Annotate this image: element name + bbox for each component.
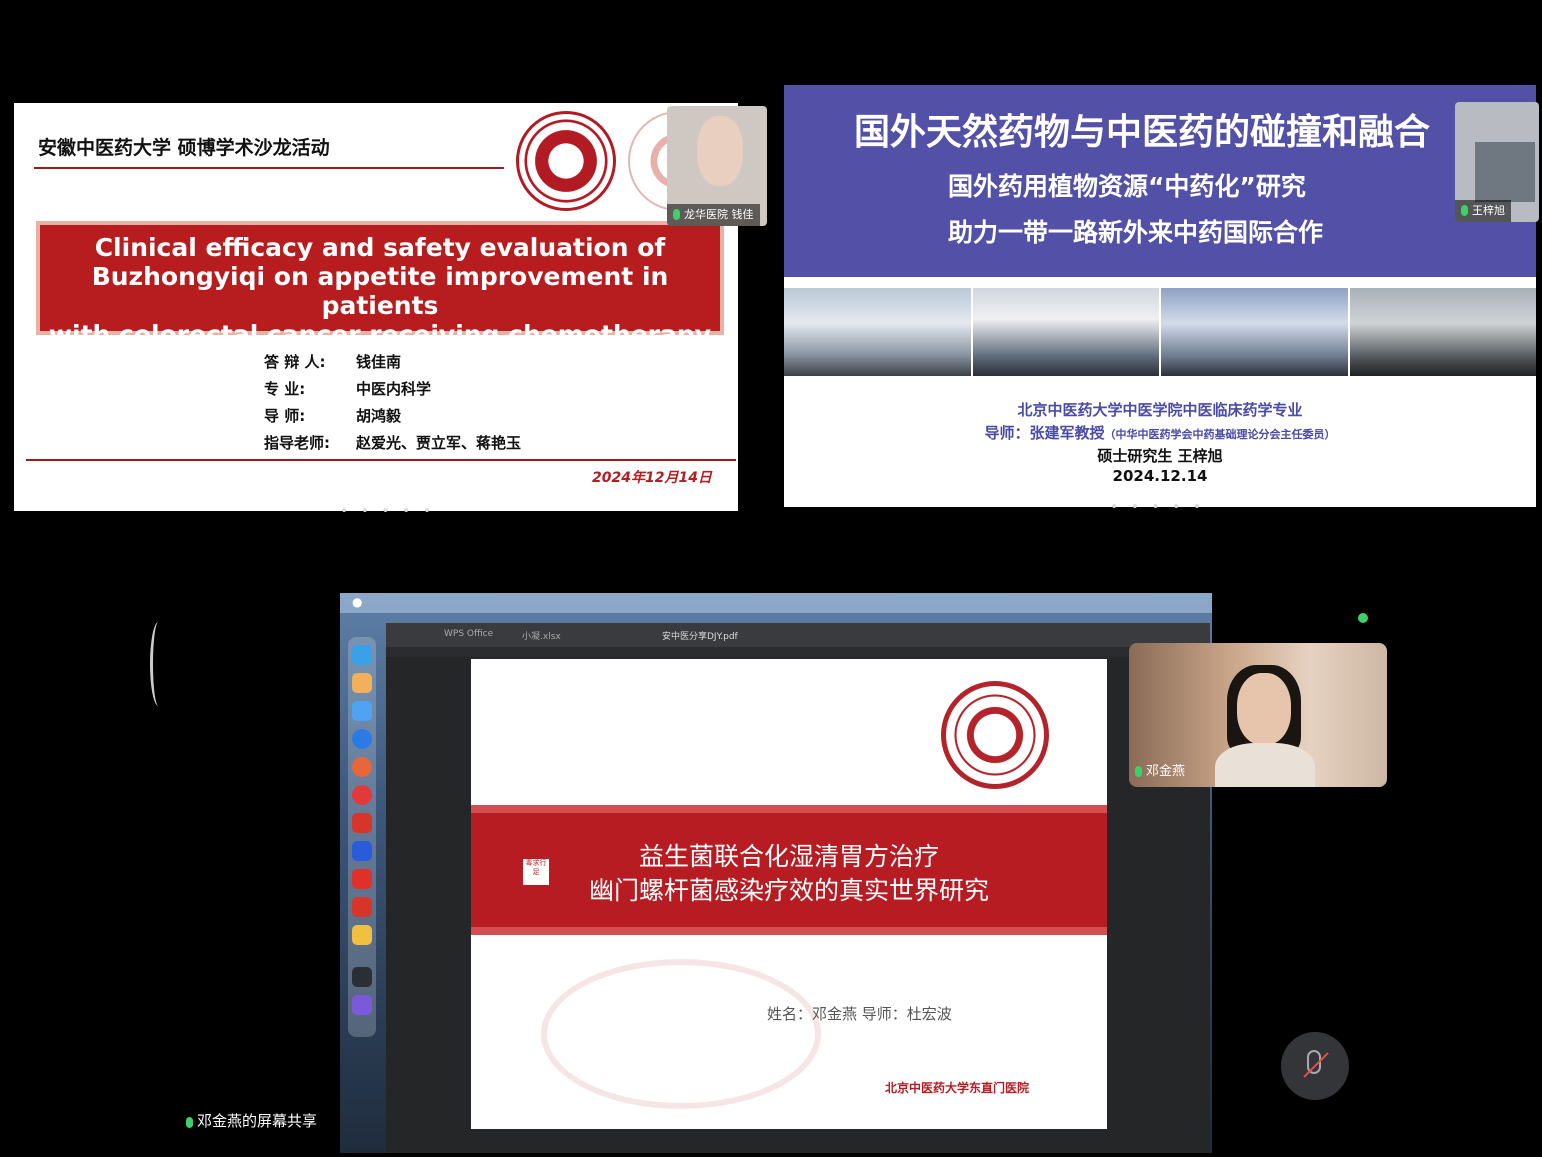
terminal-icon[interactable]	[352, 967, 372, 987]
participant-video-tile[interactable]: 龙华医院 钱佳	[667, 106, 767, 226]
divider	[34, 167, 504, 169]
slide2-title: 国外天然药物与中医药的碰撞和融合	[854, 111, 1431, 153]
info-value: 赵爱光、贾立军、蒋艳玉	[356, 434, 522, 452]
firefox-icon[interactable]	[352, 757, 372, 777]
launchpad-icon[interactable]	[352, 925, 372, 945]
tab-xlsx[interactable]: 小凝.xlsx	[522, 629, 561, 642]
safari-icon[interactable]	[352, 729, 372, 749]
presenter-body	[1215, 743, 1315, 787]
app-icon[interactable]	[352, 673, 372, 693]
title-line: with colorectal cancer receiving chemoth…	[48, 320, 712, 349]
slide3-title: 幽门螺杆菌感染疗效的真实世界研究	[588, 876, 989, 905]
mic-on-icon	[186, 1117, 193, 1128]
seal-stamp: 毒求行足	[523, 859, 549, 885]
slide1-title: Clinical efficacy and safety evaluation …	[36, 221, 724, 349]
zotero-icon[interactable]	[352, 897, 372, 917]
music-app-icon[interactable]	[352, 785, 372, 805]
presenter-name-label: 邓金燕	[1129, 761, 1191, 783]
title-line: Buzhongyiqi on appetite improvement in p…	[91, 262, 669, 320]
mic-on-icon	[673, 209, 680, 220]
mac-menu-bar	[340, 593, 1212, 613]
decorative-arc	[150, 622, 167, 706]
group-photo	[784, 288, 971, 376]
info-row: 导 师: 胡鸿毅	[264, 405, 401, 426]
participant-name: 龙华医院 钱佳	[684, 208, 754, 221]
info-value: 中医内科学	[356, 380, 432, 398]
slide1-date: 2024年12月14日	[592, 470, 712, 486]
group-photo	[1161, 288, 1348, 376]
tab-wps-office[interactable]: WPS Office	[444, 629, 493, 639]
hospital-seal-icon	[941, 681, 1049, 789]
info-key: 答 辩 人:	[264, 353, 326, 371]
advisor-name: 导师：张建军教授	[984, 424, 1105, 442]
participant-background	[1475, 142, 1535, 202]
info-key: 导 师:	[264, 407, 306, 425]
page-indicator-dots[interactable]: • • • • •	[1110, 499, 1205, 515]
mute-microphone-button[interactable]	[1281, 1032, 1349, 1100]
mail-icon[interactable]	[352, 701, 372, 721]
slide3-title: 益生菌联合化湿清胃方治疗	[638, 842, 939, 871]
date-line: 2024.12.14	[1112, 467, 1208, 485]
info-row: 指导老师: 赵爱光、贾立军、蒋艳玉	[264, 432, 521, 453]
screen-share-owner: 邓金燕的屏幕共享	[197, 1112, 318, 1130]
divider	[26, 459, 736, 461]
info-key: 指导老师:	[264, 434, 330, 452]
info-key: 专 业:	[264, 380, 306, 398]
participant-name-label: 龙华医院 钱佳	[667, 204, 760, 226]
shared-slide-2[interactable]: 国外天然药物与中医药的碰撞和融合 国外药用植物资源“中药化”研究 助力一带一路新…	[784, 85, 1536, 507]
video-app-icon[interactable]	[352, 813, 372, 833]
participant-name: 王梓旭	[1472, 204, 1505, 217]
info-value: 胡鸿毅	[356, 407, 402, 425]
title-line: Clinical efficacy and safety evaluation …	[94, 233, 666, 262]
app-icon[interactable]	[352, 995, 372, 1015]
group-photo	[972, 288, 1159, 376]
window-toolbar	[386, 647, 1210, 657]
participant-video-tile[interactable]: 王梓旭	[1455, 102, 1539, 222]
info-value: 钱佳南	[356, 353, 402, 371]
program-line: 北京中医药大学中医学院中医临床药学专业	[1017, 401, 1303, 419]
student-line: 硕士研究生 王梓旭	[1097, 447, 1223, 465]
mic-on-icon	[1135, 766, 1142, 777]
participant-face	[697, 116, 743, 186]
group-photo	[1349, 288, 1536, 376]
tab-bar: WPS Office 小凝.xlsx 安中医分享DJY.pdf	[386, 623, 1210, 647]
screen-share-view[interactable]: ● WPS Office 小凝.xlsx 安中医分享DJY.pdf 益生菌联合化…	[340, 593, 1212, 1153]
info-row: 专 业: 中医内科学	[264, 378, 431, 399]
university-seal-icon	[516, 111, 616, 211]
screen-share-label: 邓金燕的屏幕共享	[186, 1110, 317, 1131]
advisor-title: （中华中医药学会中药基础理论分会主任委员）	[1104, 428, 1336, 441]
apple-logo-icon[interactable]: ●	[352, 595, 362, 609]
decorative-swirl	[541, 959, 821, 1109]
tab-pdf[interactable]: 安中医分享DJY.pdf	[662, 629, 738, 642]
slide3-names: 姓名：邓金燕 导师：杜宏波	[767, 1005, 952, 1023]
slide3-institution: 北京中医药大学东直门医院	[885, 1081, 1030, 1095]
shared-slide-1[interactable]: 安徽中医药大学 硕博学术沙龙活动 Clinical efficacy and s…	[14, 103, 738, 511]
mac-dock	[348, 637, 376, 1037]
shared-slide-3: 益生菌联合化湿清胃方治疗 幽门螺杆菌感染疗效的真实世界研究 毒求行足 姓名：邓金…	[471, 659, 1107, 1129]
wps-icon[interactable]	[352, 869, 372, 889]
pdf-viewer-window[interactable]: WPS Office 小凝.xlsx 安中医分享DJY.pdf 益生菌联合化湿清…	[386, 623, 1210, 1153]
slide2-subtitle: 助力一带一路新外来中药国际合作	[948, 218, 1324, 247]
presenter-video-tile[interactable]: 邓金燕	[1129, 643, 1387, 787]
presenter-name: 邓金燕	[1146, 764, 1186, 779]
participant-name-label: 王梓旭	[1455, 200, 1511, 222]
status-dot	[1358, 613, 1368, 623]
mic-on-icon	[1461, 205, 1468, 216]
presenter-face	[1237, 673, 1291, 745]
photo-strip	[784, 288, 1536, 376]
info-row: 答 辩 人: 钱佳南	[264, 351, 401, 372]
word-icon[interactable]	[352, 841, 372, 861]
page-indicator-dots[interactable]: • • • • •	[340, 503, 435, 519]
advisor-line: 导师：张建军教授（中华中医药学会中药基础理论分会主任委员）	[784, 422, 1536, 443]
slide1-header: 安徽中医药大学 硕博学术沙龙活动	[38, 137, 330, 159]
slide2-subtitle: 国外药用植物资源“中药化”研究	[948, 172, 1306, 201]
finder-icon[interactable]	[352, 645, 372, 665]
